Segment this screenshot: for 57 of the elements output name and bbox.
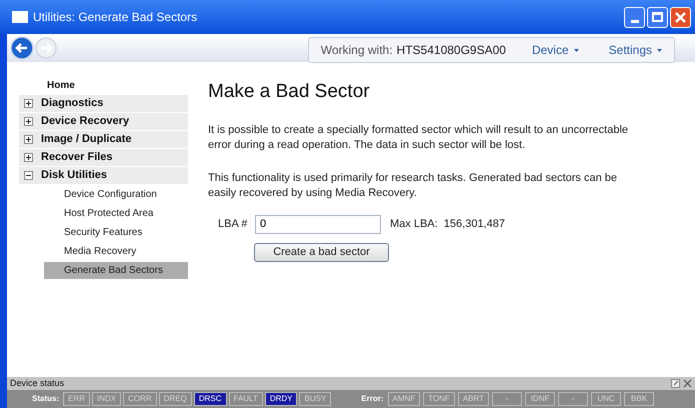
flag-indicator: -: [492, 392, 522, 406]
page-heading: Make a Bad Sector: [208, 80, 371, 104]
lba-label: LBA #: [218, 216, 248, 232]
close-icon[interactable]: [683, 379, 692, 388]
menu-button[interactable]: Settings: [608, 41, 662, 59]
collapse-icon[interactable]: [24, 171, 33, 180]
sidebar-subitem[interactable]: Host Protected Area: [44, 205, 188, 222]
description-text: This functionality is used primarily for research tasks. Generated bad sectors can be easily recovered by using Media Recovery.: [208, 170, 618, 200]
flag-indicator: AMNF: [388, 392, 420, 406]
flag-indicator: DRSC: [194, 392, 226, 406]
flag-indicator: BBK: [624, 392, 654, 406]
lba-input[interactable]: 0: [255, 214, 381, 234]
expand-icon[interactable]: [24, 153, 33, 162]
panel-title: Device status: [10, 379, 64, 388]
flag-indicator: INDX: [92, 392, 122, 406]
flag-indicator: -: [558, 392, 588, 406]
sidebar-group[interactable]: Image / Duplicate: [19, 131, 188, 148]
flag-indicator: DREQ: [158, 392, 192, 406]
max-lba-text: Max LBA: 156,301,487: [390, 216, 505, 232]
device-name: HTS541080G9SA00: [396, 42, 506, 59]
caret-icon: [657, 48, 662, 52]
close-icon: [675, 12, 686, 22]
description-text: It is possible to create a specially formatted sector which will result to an uncorrectable error during a read operation. The data in such sector will be lost.: [208, 122, 630, 152]
caret-icon: [574, 48, 579, 52]
sidebar-group[interactable]: Recover Files: [19, 149, 188, 166]
flag-indicator: IDNF: [525, 392, 556, 406]
sidebar-group[interactable]: Disk Utilities: [19, 167, 188, 184]
window-title: Utilities: Generate Bad Sectors: [33, 9, 198, 26]
sidebar-group[interactable]: Device Recovery: [19, 113, 188, 130]
flag-indicator: ABRT: [458, 392, 490, 406]
window-icon: [12, 11, 28, 23]
flag-indicator: ERR: [63, 392, 90, 406]
flag-indicator: BUSY: [299, 392, 332, 406]
flag-indicator: FAULT: [228, 392, 263, 406]
expand-icon[interactable]: [24, 99, 33, 108]
sidebar-subitem[interactable]: Generate Bad Sectors: [44, 262, 188, 279]
flag-indicator: UNC: [591, 392, 622, 406]
back-icon[interactable]: [10, 36, 34, 60]
minimize-button[interactable]: [624, 6, 645, 28]
flag-indicator: CORR: [123, 392, 157, 406]
flag-indicator: DRDY: [264, 392, 298, 406]
sidebar-subitem[interactable]: Media Recovery: [44, 243, 188, 260]
error-label: Error:: [361, 393, 384, 405]
sidebar-link[interactable]: Home: [19, 77, 188, 94]
status-label: Status:: [32, 393, 60, 405]
expand-icon[interactable]: [24, 135, 33, 144]
expand-icon[interactable]: [24, 117, 33, 126]
sidebar-subitem[interactable]: Security Features: [44, 224, 188, 241]
sidebar-group[interactable]: Diagnostics: [19, 95, 188, 112]
working-with-label: Working with:: [320, 42, 393, 59]
menu-button[interactable]: Device: [532, 41, 579, 59]
flag-indicator: TONF: [423, 392, 455, 406]
close-button[interactable]: [670, 6, 691, 28]
create-bad-sector-button[interactable]: Create a bad sector: [254, 242, 389, 262]
undock-icon[interactable]: [671, 379, 680, 388]
sidebar-subitem[interactable]: Device Configuration: [44, 186, 188, 203]
maximize-button[interactable]: [647, 6, 668, 28]
